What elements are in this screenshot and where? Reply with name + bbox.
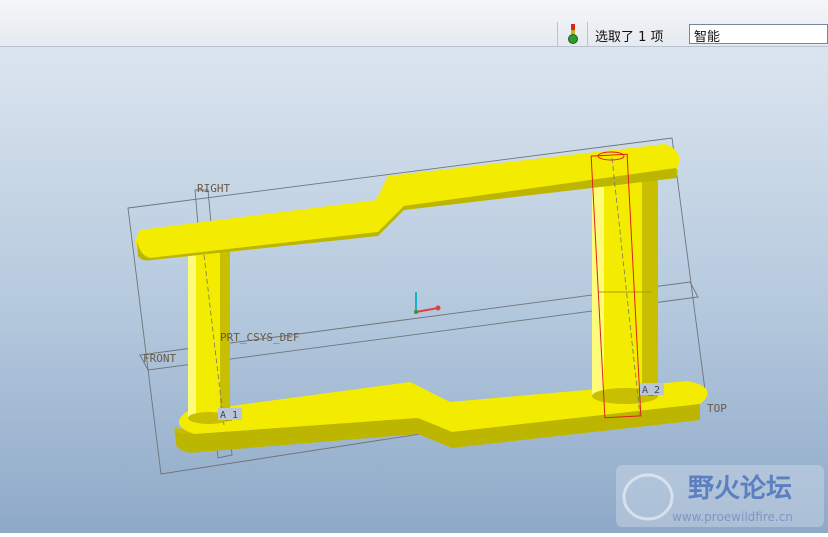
status-light-icon[interactable]	[566, 24, 580, 44]
graphics-viewport[interactable]: RIGHT FRONT TOP PRT_CSYS_DEF A_1 A_2 野火论…	[0, 47, 828, 533]
separator	[557, 22, 558, 46]
separator	[587, 22, 588, 46]
csys-icon[interactable]	[414, 292, 441, 314]
watermark-title: 野火论坛	[688, 474, 792, 504]
watermark-url: www.proewildfire.cn	[672, 510, 793, 524]
axis-a1-label[interactable]: A_1	[220, 410, 238, 421]
forum-watermark: 野火论坛 www.proewildfire.cn	[616, 465, 824, 527]
selection-status: 选取了 1 项	[595, 30, 664, 45]
model-canvas[interactable]: RIGHT FRONT TOP PRT_CSYS_DEF A_1 A_2 野火论…	[0, 47, 828, 533]
status-bar: 选取了 1 项 智能	[0, 0, 828, 47]
datum-front-label[interactable]: FRONT	[143, 352, 176, 365]
csys-label[interactable]: PRT_CSYS_DEF	[220, 331, 299, 344]
datum-right-label[interactable]: RIGHT	[197, 182, 230, 195]
axis-a2-label[interactable]: A_2	[642, 385, 660, 396]
selection-filter-dropdown[interactable]: 智能	[689, 24, 828, 45]
datum-top-label[interactable]: TOP	[707, 402, 727, 415]
